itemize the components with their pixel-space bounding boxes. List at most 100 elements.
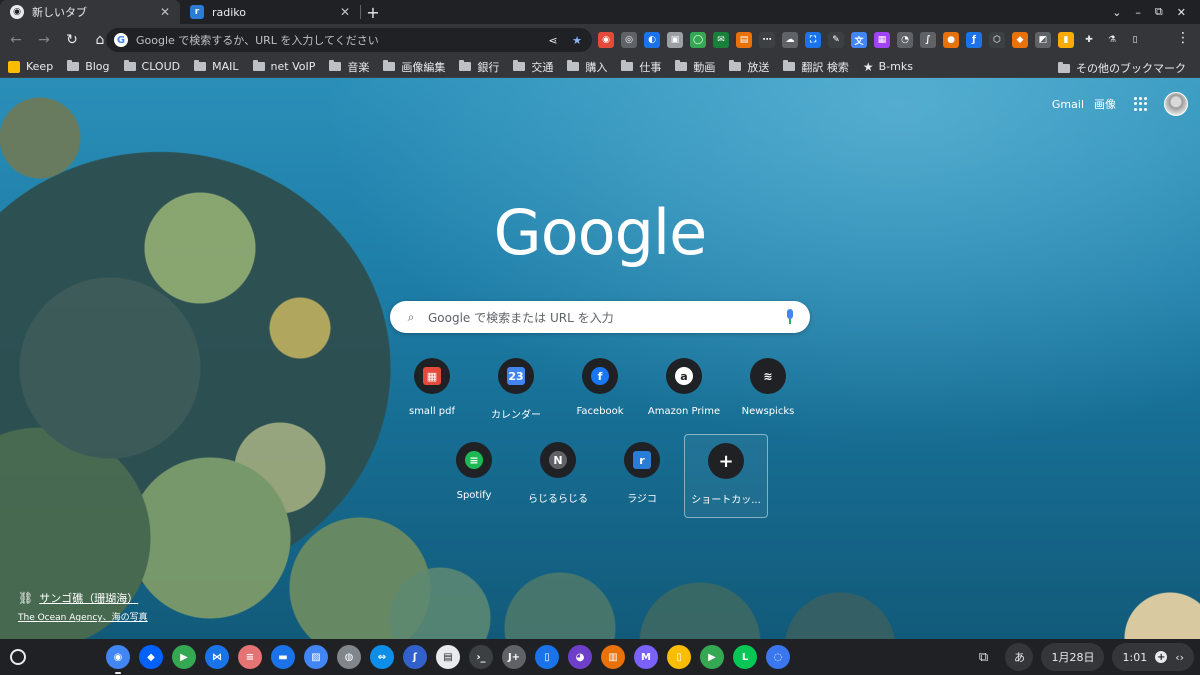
bookmark-folder[interactable]: 動画 [675,59,715,75]
account-avatar[interactable] [1164,92,1188,116]
minimize-icon[interactable]: – [1135,6,1141,19]
ext-10-icon[interactable]: ⛶ [805,32,821,48]
ext-12-icon[interactable]: 文 [851,32,867,48]
microphone-icon[interactable] [784,309,796,325]
gallery-app-icon[interactable]: ▨ [304,645,328,669]
ext-7-icon[interactable]: ▤ [736,32,752,48]
reload-button[interactable]: ↻ [60,28,84,52]
mail-app-icon[interactable]: M [634,645,658,669]
shortcut-tile[interactable]: ≡ Spotify [432,434,516,518]
ext-4-icon[interactable]: ▣ [667,32,683,48]
ext-14-icon[interactable]: ◔ [897,32,913,48]
tab-radiko[interactable]: r radiko ✕ [180,0,360,24]
ext-19-icon[interactable]: ◆ [1012,32,1028,48]
signal-app-icon[interactable]: ◌ [766,645,790,669]
bookmark-folder[interactable]: 画像編集 [383,59,445,75]
dropbox-app-icon[interactable]: ◆ [139,645,163,669]
bookmark-folder[interactable]: 仕事 [621,59,661,75]
ext-18-icon[interactable]: ⬡ [989,32,1005,48]
clock-time: 1:01 [1122,650,1148,664]
shortcut-tile[interactable]: + ショートカッ... [684,434,768,518]
time-tray[interactable]: 1:01 + ‹› [1112,643,1194,671]
shortcut-tile[interactable]: a Amazon Prime [642,350,726,434]
chrome-menu-icon[interactable]: ⋮ [1176,30,1190,46]
bookmark-item[interactable]: ★ B-mks [863,60,913,74]
shortcut-tile[interactable]: ≋ Newspicks [726,350,810,434]
butterfly-app-icon[interactable]: ⋈ [205,645,229,669]
extensions-puzzle-icon[interactable]: ✚ [1081,32,1097,48]
terminal-app-icon[interactable]: ›_ [469,645,493,669]
omnibox[interactable]: G Google で検索するか、URL を入力してください ⋖ ★ [106,28,592,52]
close-icon[interactable]: ✕ [338,5,352,19]
ext-9-icon[interactable]: ☁ [782,32,798,48]
shortcut-tile[interactable]: ▦ small pdf [390,350,474,434]
ext-13-icon[interactable]: ▦ [874,32,890,48]
images-link[interactable]: 画像 [1094,96,1116,112]
labs-flask-icon[interactable]: ⚗ [1104,32,1120,48]
ext-15-icon[interactable]: ∫ [920,32,936,48]
bookmark-star-icon[interactable]: ★ [570,33,584,47]
share-icon[interactable]: ⋖ [546,33,560,47]
launcher-button[interactable] [10,649,26,665]
shortcut-tile[interactable]: N らじるらじる [516,434,600,518]
holding-space-icon[interactable]: ⧉ [969,643,997,671]
bookmark-folder[interactable]: MAIL [194,60,239,73]
play-app-icon[interactable]: ▶ [700,645,724,669]
ext-6-icon[interactable]: ✉ [713,32,729,48]
ext-1-icon[interactable]: ◉ [598,32,614,48]
bookmark-folder[interactable]: 購入 [567,59,607,75]
chevron-down-icon[interactable]: ⌄ [1112,6,1121,19]
credit-title[interactable]: サンゴ礁（珊瑚海） [39,590,138,606]
shortcut-tile[interactable]: 23 カレンダー [474,350,558,434]
files-app-icon[interactable]: ▬ [271,645,295,669]
bookmark-folder[interactable]: 銀行 [459,59,499,75]
forward-button[interactable]: → [32,28,56,52]
bookmark-folder[interactable]: Blog [67,60,110,73]
toggl-app-icon[interactable]: ≡ [238,645,262,669]
ext-17-icon[interactable]: ƒ [966,32,982,48]
ext-16-icon[interactable]: ● [943,32,959,48]
play-store-app-icon[interactable]: ▶ [172,645,196,669]
bookmark-folder[interactable]: CLOUD [123,60,180,73]
new-tab-button[interactable]: + [361,0,385,24]
jota-app-icon[interactable]: J+ [502,645,526,669]
simplenote-app-icon[interactable]: ʃ [403,645,427,669]
ext-8-icon[interactable]: ⋯ [759,32,775,48]
credit-subtitle[interactable]: The Ocean Agency、海の写真 [18,610,148,623]
globe-app-icon[interactable]: ◍ [337,645,361,669]
ext-21-icon[interactable]: ▮ [1058,32,1074,48]
gmail-link[interactable]: Gmail [1052,98,1084,111]
ext-3-icon[interactable]: ◐ [644,32,660,48]
ext-5-icon[interactable]: ◯ [690,32,706,48]
back-button[interactable]: ← [4,28,28,52]
apps-grid-icon[interactable] [1134,97,1148,111]
bookmark-item[interactable]: Keep [8,60,53,73]
ext-11-icon[interactable]: ✎ [828,32,844,48]
restore-icon[interactable]: ⧉ [1155,5,1163,19]
shortcut-tile[interactable]: f Facebook [558,350,642,434]
ime-indicator[interactable]: あ [1005,643,1034,671]
teamviewer-app-icon[interactable]: ⇔ [370,645,394,669]
line-app-icon[interactable]: L [733,645,757,669]
ntp-search-box[interactable]: ⌕ Google で検索または URL を入力 [390,301,810,333]
close-icon[interactable]: ✕ [158,5,172,19]
bookmark-folder[interactable]: 交通 [513,59,553,75]
other-bookmarks[interactable]: その他のブックマーク [1058,60,1186,76]
tab-new-tab[interactable]: ◉ 新しいタブ ✕ [0,0,180,24]
date-tray[interactable]: 1月28日 [1041,643,1105,671]
docs-app-icon[interactable]: ▤ [436,645,460,669]
keep-app-icon[interactable]: ▯ [667,645,691,669]
bookmark-folder[interactable]: 翻訳 検索 [783,59,849,75]
side-panel-icon[interactable]: ▯ [1127,32,1143,48]
tool-app-icon[interactable]: ▥ [601,645,625,669]
bookmark-folder[interactable]: 放送 [729,59,769,75]
close-window-icon[interactable]: ✕ [1177,6,1186,19]
shortcut-tile[interactable]: r ラジコ [600,434,684,518]
ext-2-icon[interactable]: ◎ [621,32,637,48]
chrome-app-icon[interactable]: ◉ [106,645,130,674]
github-app-icon[interactable]: ◕ [568,645,592,669]
bookmark-folder[interactable]: net VoIP [252,60,315,73]
ext-20-icon[interactable]: ◩ [1035,32,1051,48]
book-app-icon[interactable]: ▯ [535,645,559,669]
bookmark-folder[interactable]: 音楽 [329,59,369,75]
